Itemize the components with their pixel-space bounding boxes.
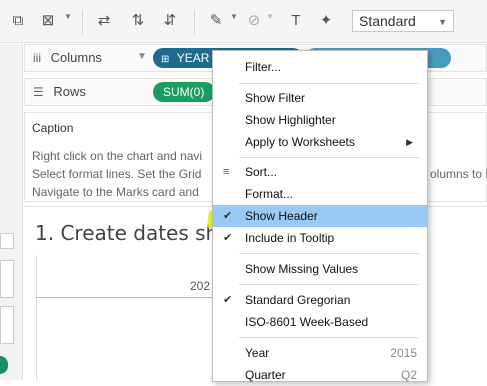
menu-item-value: 2015 xyxy=(390,346,417,360)
menu-item-filter[interactable]: Filter... xyxy=(213,56,427,78)
menu-item-quarter[interactable]: Quarter Q2 xyxy=(213,364,427,386)
swap-icon[interactable]: ⇄ xyxy=(94,10,114,32)
menu-item-apply-to-worksheets[interactable]: Apply to Worksheets ▶ xyxy=(213,131,427,153)
caption-line: Right click on the chart and navi xyxy=(32,149,203,163)
menu-item-value: Q2 xyxy=(400,368,417,382)
sort-descending-icon[interactable]: ⇵ xyxy=(160,10,180,32)
chevron-down-icon[interactable]: ▼ xyxy=(230,12,238,21)
menu-separator xyxy=(239,253,419,254)
rows-icon: ☰ xyxy=(33,85,44,99)
side-dropdown[interactable] xyxy=(0,233,14,249)
expand-icon: ⊞ xyxy=(161,54,170,65)
chevron-down-icon[interactable]: ▼ xyxy=(64,12,72,21)
fit-select[interactable]: Standard ▼ xyxy=(352,10,454,32)
toolbar-divider xyxy=(194,10,195,34)
menu-item-format[interactable]: Format... xyxy=(213,183,427,205)
menu-separator xyxy=(239,284,419,285)
caption-line: Navigate to the Marks card and xyxy=(32,185,199,199)
format-painter-icon[interactable]: ⧉ xyxy=(8,10,28,32)
menu-separator xyxy=(239,83,419,84)
chevron-down-icon: ▼ xyxy=(438,17,447,27)
checkmark-icon: ✔ xyxy=(223,294,233,306)
sort-icon: ≡ xyxy=(223,166,230,178)
menu-item-standard-gregorian[interactable]: ✔ Standard Gregorian xyxy=(213,289,427,311)
menu-item-year[interactable]: Year 2015 xyxy=(213,342,427,364)
context-menu: Filter... Show Filter Show Highlighter A… xyxy=(212,50,428,382)
axis-line xyxy=(36,297,226,298)
sort-ascending-icon[interactable]: ⇅ xyxy=(128,10,148,32)
axis-header-label: 202 xyxy=(190,279,211,293)
text-box-icon[interactable]: T xyxy=(286,10,306,32)
menu-item-show-header[interactable]: ✔ Show Header xyxy=(213,205,427,227)
checkmark-icon: ✔ xyxy=(223,210,233,222)
side-card xyxy=(0,260,14,298)
toolbar: ⧉ ⊠ ▼ ⇄ ⇅ ⇵ ✎ ▼ ⊘ ▼ T ✦ Standard ▼ xyxy=(0,0,487,43)
menu-item-include-in-tooltip[interactable]: ✔ Include in Tooltip xyxy=(213,227,427,249)
fit-select-value: Standard xyxy=(359,13,416,29)
caption-line: Select format lines. Set the Grid xyxy=(32,167,202,181)
menu-separator xyxy=(239,157,419,158)
menu-item-show-filter[interactable]: Show Filter xyxy=(213,87,427,109)
menu-item-show-highlighter[interactable]: Show Highlighter xyxy=(213,109,427,131)
caption-title: Caption xyxy=(32,121,74,135)
chevron-right-icon: ▶ xyxy=(406,137,413,147)
highlight-pen-icon[interactable]: ✎ xyxy=(206,10,226,32)
chevron-down-icon[interactable]: ▼ xyxy=(137,51,147,62)
columns-icon: iii xyxy=(33,51,41,65)
chevron-down-icon[interactable]: ▼ xyxy=(266,12,274,21)
caption-line: olumns to N xyxy=(430,167,487,181)
rows-shelf-label: ☰ Rows xyxy=(33,84,86,99)
rows-pill-sum[interactable]: SUM(0) xyxy=(153,82,215,102)
columns-shelf-label: iii Columns xyxy=(33,50,102,65)
menu-item-show-missing-values[interactable]: Show Missing Values xyxy=(213,258,427,280)
axis-line xyxy=(36,255,37,381)
menu-separator xyxy=(239,337,419,338)
sheet-title: 1. Create dates she xyxy=(35,221,231,245)
checkmark-icon: ✔ xyxy=(223,232,233,244)
toolbar-divider xyxy=(82,10,83,34)
pin-icon[interactable]: ✦ xyxy=(316,10,336,32)
menu-item-iso-8601[interactable]: ISO-8601 Week-Based xyxy=(213,311,427,333)
menu-item-sort[interactable]: ≡ Sort... xyxy=(213,161,427,183)
clear-sheet-icon[interactable]: ⊠ xyxy=(38,10,58,32)
paperclip-icon[interactable]: ⊘ xyxy=(244,10,264,32)
side-card xyxy=(0,306,14,344)
